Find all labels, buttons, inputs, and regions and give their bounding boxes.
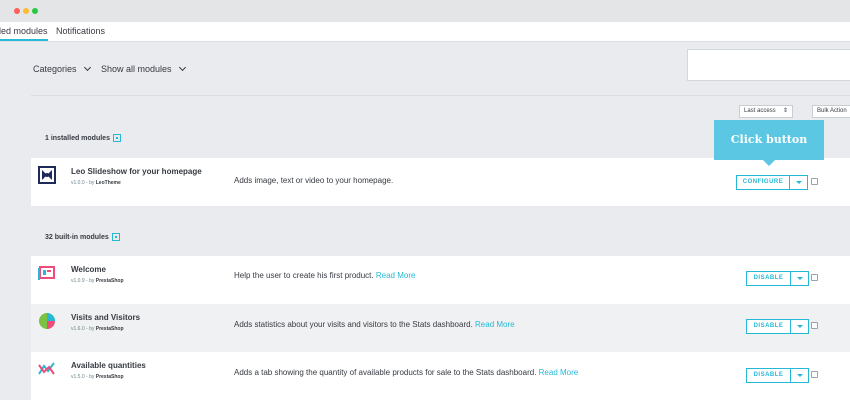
configure-button-group: CONFIGURE: [736, 175, 808, 190]
welcome-icon: [38, 266, 55, 280]
configure-button[interactable]: CONFIGURE: [736, 175, 790, 190]
configure-dropdown-toggle[interactable]: [790, 175, 808, 190]
leo-slideshow-icon: [38, 166, 56, 184]
sort-select-value: Last access: [744, 108, 776, 114]
disable-dropdown-toggle[interactable]: [791, 319, 809, 334]
window-titlebar: [0, 0, 850, 22]
show-modules-label: Show all modules: [101, 64, 172, 74]
module-meta: v1.0.9 - by PrestaShop: [71, 278, 124, 284]
module-meta: v1.0.0 - by LeoTheme: [71, 180, 121, 186]
read-more-link[interactable]: Read More: [475, 320, 515, 329]
module-checkbox[interactable]: [811, 322, 818, 329]
disable-dropdown-toggle[interactable]: [791, 368, 809, 383]
info-badge-icon[interactable]: [111, 233, 120, 241]
module-row-leo-slideshow: Leo Slideshow for your homepage v1.0.0 -…: [31, 158, 850, 206]
sort-select[interactable]: Last access ⇕: [739, 105, 793, 118]
module-name: Leo Slideshow for your homepage: [71, 167, 202, 176]
installed-section-title: 1 installed modules: [45, 134, 121, 142]
tab-notifications[interactable]: Notifications: [56, 26, 105, 36]
module-description: Adds a tab showing the quantity of avail…: [234, 368, 579, 377]
disable-button-group: DISABLE: [746, 319, 809, 334]
categories-label: Categories: [33, 64, 77, 74]
module-checkbox[interactable]: [811, 371, 818, 378]
module-meta: v1.5.0 - by PrestaShop: [71, 374, 124, 380]
read-more-link[interactable]: Read More: [376, 271, 416, 280]
module-name: Available quantities: [71, 361, 146, 370]
module-checkbox[interactable]: [811, 178, 818, 185]
module-meta: v1.6.0 - by PrestaShop: [71, 326, 124, 332]
module-description: Adds statistics about your visits and vi…: [234, 320, 515, 329]
module-description: Adds image, text or video to your homepa…: [234, 176, 394, 185]
line-chart-icon: [38, 362, 55, 375]
module-checkbox[interactable]: [811, 274, 818, 281]
disable-button[interactable]: DISABLE: [746, 271, 791, 286]
window-maximize-button[interactable]: [32, 8, 38, 14]
disable-button[interactable]: DISABLE: [746, 319, 791, 334]
divider: [31, 95, 850, 96]
bulk-action-label: Bulk Action: [817, 108, 847, 114]
show-modules-dropdown[interactable]: Show all modules: [101, 63, 186, 74]
tab-bar: led modules Notifications: [0, 22, 850, 42]
read-more-link[interactable]: Read More: [539, 368, 579, 377]
window-minimize-button[interactable]: [23, 8, 29, 14]
chevron-down-icon: [83, 63, 91, 72]
window-close-button[interactable]: [14, 8, 20, 14]
disable-button-group: DISABLE: [746, 271, 809, 286]
module-name: Welcome: [71, 265, 106, 274]
module-row-visits: Visits and Visitors v1.6.0 - by PrestaSh…: [31, 304, 850, 352]
installed-section-label: 1 installed modules: [45, 134, 110, 142]
pie-chart-icon: [39, 313, 55, 329]
bulk-action-button[interactable]: Bulk Action: [812, 105, 850, 118]
module-row-welcome: Welcome v1.0.9 - by PrestaShop Help the …: [31, 256, 850, 304]
module-description: Help the user to create his first produc…: [234, 271, 416, 280]
disable-button[interactable]: DISABLE: [746, 368, 791, 383]
builtin-section-title: 32 built-in modules: [45, 233, 120, 241]
sort-arrows-icon: ⇕: [782, 108, 788, 114]
info-badge-icon[interactable]: [112, 134, 121, 142]
module-name: Visits and Visitors: [71, 313, 141, 322]
disable-dropdown-toggle[interactable]: [791, 271, 809, 286]
module-row-available-quantities: Available quantities v1.5.0 - by PrestaS…: [31, 352, 850, 400]
tab-installed-modules[interactable]: led modules: [0, 26, 48, 41]
search-input[interactable]: [687, 49, 850, 81]
click-button-tooltip: Click button: [714, 120, 824, 166]
builtin-section-label: 32 built-in modules: [45, 233, 109, 241]
disable-button-group: DISABLE: [746, 368, 809, 383]
categories-dropdown[interactable]: Categories: [33, 63, 91, 74]
chevron-down-icon: [178, 63, 186, 72]
